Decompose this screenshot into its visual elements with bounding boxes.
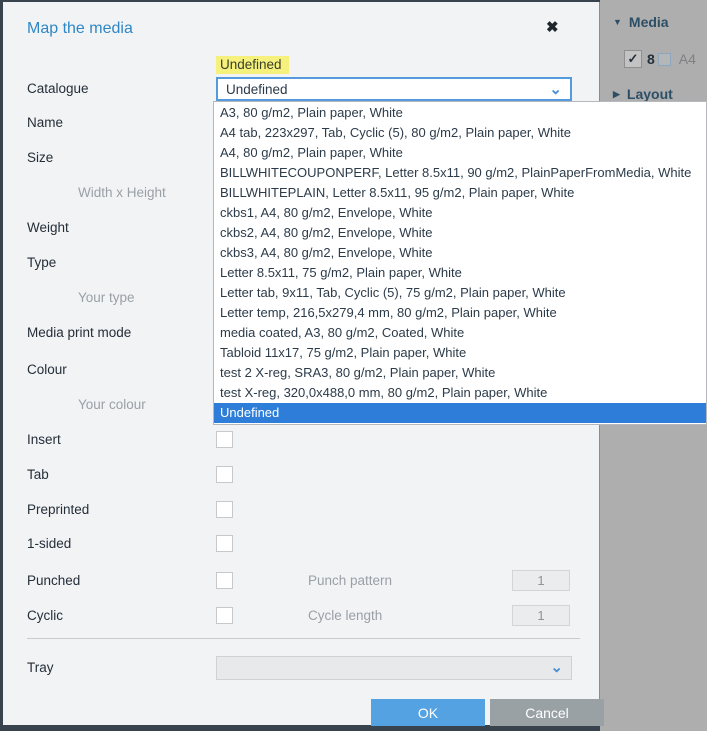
catalogue-option[interactable]: BILLWHITEPLAIN, Letter 8.5x11, 95 g/m2, … [214,183,706,203]
cyclic-label: Cyclic [27,608,63,623]
punch-pattern-label: Punch pattern [308,573,392,588]
catalogue-option[interactable]: media coated, A3, 80 g/m2, Coated, White [214,323,706,343]
preprinted-label: Preprinted [27,502,89,517]
type-label: Type [27,255,56,270]
catalogue-option[interactable]: Letter 8.5x11, 75 g/m2, Plain paper, Whi… [214,263,706,283]
media-paper-size: A4 [679,51,696,67]
tab-label: Tab [27,467,49,482]
catalogue-option[interactable]: ckbs3, A4, 80 g/m2, Envelope, White [214,243,706,263]
section-divider [27,638,580,639]
catalogue-select[interactable]: Undefined ⌄ [216,77,572,101]
punched-label: Punched [27,573,80,588]
catalogue-option-list: A3, 80 g/m2, Plain paper, WhiteA4 tab, 2… [213,101,707,425]
sidebar-section-media[interactable]: ▼ Media [613,14,669,30]
media-count: 8 [647,51,655,67]
name-label: Name [27,115,63,130]
your-colour-label: Your colour [78,397,146,412]
media-checkbox[interactable]: ✓ [624,50,642,68]
weight-label: Weight [27,220,69,235]
collapse-triangle-icon: ▼ [613,17,622,27]
catalogue-option[interactable]: Undefined [214,403,706,423]
dialog-title: Map the media [27,20,133,38]
insert-label: Insert [27,432,61,447]
ok-button[interactable]: OK [371,699,485,726]
insert-checkbox[interactable] [216,431,233,448]
tray-select[interactable]: ⌄ [216,656,572,680]
sidebar-section-layout[interactable]: ▶ Layout [613,86,673,102]
one-sided-checkbox[interactable] [216,535,233,552]
punch-pattern-input: 1 [512,570,570,591]
catalogue-select-value: Undefined [226,82,288,97]
width-height-label: Width x Height [78,185,166,200]
close-icon[interactable]: ✖ [546,18,559,36]
catalogue-option[interactable]: test X-reg, 320,0x488,0 mm, 80 g/m2, Pla… [214,383,706,403]
catalogue-current-value-highlight: Undefined [216,56,289,74]
expand-triangle-icon: ▶ [613,89,620,100]
catalogue-option[interactable]: A4 tab, 223x297, Tab, Cyclic (5), 80 g/m… [214,123,706,143]
media-print-mode-label: Media print mode [27,325,131,340]
cyclic-checkbox[interactable] [216,607,233,624]
one-sided-label: 1-sided [27,536,71,551]
catalogue-option[interactable]: Letter temp, 216,5x279,4 mm, 80 g/m2, Pl… [214,303,706,323]
catalogue-label: Catalogue [27,81,89,96]
punched-checkbox[interactable] [216,572,233,589]
catalogue-option[interactable]: A3, 80 g/m2, Plain paper, White [214,103,706,123]
tab-checkbox[interactable] [216,466,233,483]
catalogue-option[interactable]: test 2 X-reg, SRA3, 80 g/m2, Plain paper… [214,363,706,383]
cycle-length-label: Cycle length [308,608,382,623]
catalogue-option[interactable]: Tabloid 11x17, 75 g/m2, Plain paper, Whi… [214,343,706,363]
cycle-length-input: 1 [512,605,570,626]
media-section-label: Media [629,14,669,30]
catalogue-option[interactable]: BILLWHITECOUPONPERF, Letter 8.5x11, 90 g… [214,163,706,183]
preprinted-checkbox[interactable] [216,501,233,518]
size-label: Size [27,150,53,165]
media-secondary-checkbox[interactable] [658,53,671,66]
chevron-down-icon: ⌄ [550,658,563,676]
tray-label: Tray [27,660,54,675]
cancel-button[interactable]: Cancel [490,699,604,726]
your-type-label: Your type [78,290,135,305]
catalogue-option[interactable]: A4, 80 g/m2, Plain paper, White [214,143,706,163]
layout-section-label: Layout [627,86,673,102]
screen: ▼ Media ✓ 8 A4 ▶ Layout Map the media ✖ … [0,0,707,731]
catalogue-option[interactable]: Letter tab, 9x11, Tab, Cyclic (5), 75 g/… [214,283,706,303]
colour-label: Colour [27,362,67,377]
chevron-down-icon: ⌄ [549,80,562,98]
catalogue-option[interactable]: ckbs2, A4, 80 g/m2, Envelope, White [214,223,706,243]
catalogue-option[interactable]: ckbs1, A4, 80 g/m2, Envelope, White [214,203,706,223]
media-row: ✓ 8 A4 [624,50,696,68]
